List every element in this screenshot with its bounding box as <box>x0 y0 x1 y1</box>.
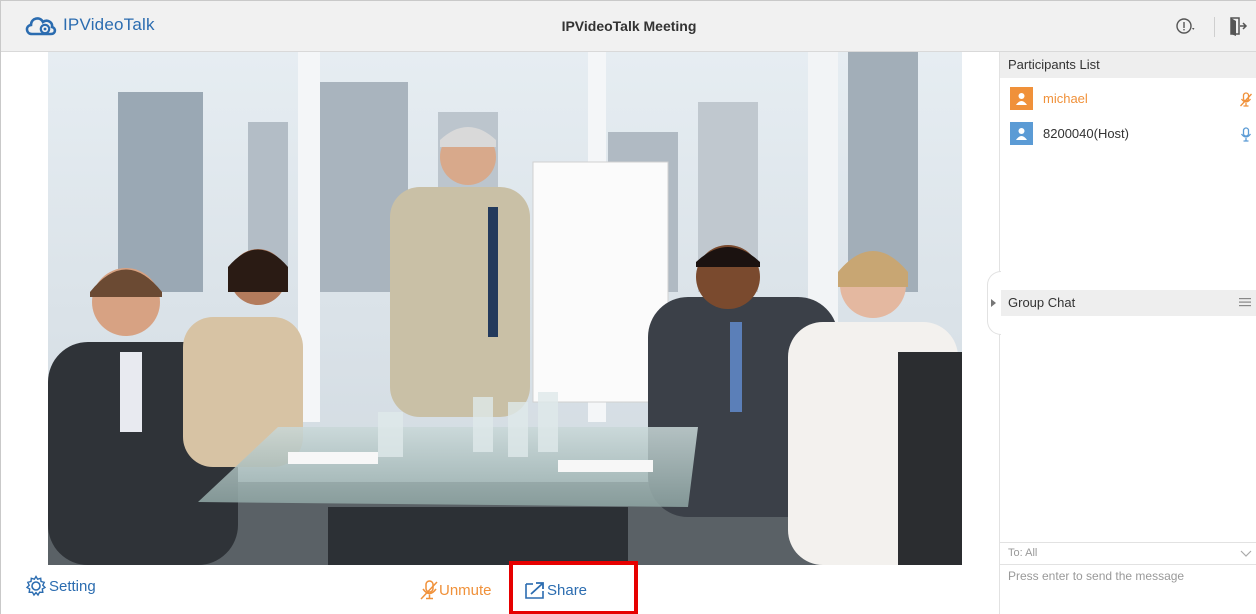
unmute-button[interactable]: Unmute <box>419 579 492 601</box>
message-input[interactable]: Press enter to send the message <box>1000 564 1256 614</box>
setting-button[interactable]: Setting <box>25 575 96 597</box>
recipient-select[interactable]: To: All <box>1000 542 1256 564</box>
video-feed[interactable] <box>48 52 962 565</box>
menu-icon[interactable] <box>1238 295 1252 309</box>
muted-mic-icon[interactable] <box>1239 92 1253 108</box>
app-window: IPVideoTalk IPVideoTalk Meeting Particip… <box>0 0 1256 614</box>
mic-icon[interactable] <box>1239 127 1253 143</box>
info-icon[interactable] <box>1175 15 1197 37</box>
group-chat-header: Group Chat <box>1000 290 1256 316</box>
chevron-down-icon <box>1240 550 1252 557</box>
user-avatar-icon <box>1010 121 1033 145</box>
user-avatar-icon <box>1010 86 1033 110</box>
cloud-camera-icon <box>25 17 57 36</box>
gear-icon <box>25 575 47 597</box>
toolbar-divider <box>1214 17 1215 37</box>
participant-item[interactable]: 8200040(Host) <box>1010 121 1129 145</box>
participants-header: Participants List <box>1000 52 1256 78</box>
participant-item[interactable]: michael <box>1010 86 1088 110</box>
panel-collapse-toggle[interactable] <box>987 271 1001 335</box>
unmute-label: Unmute <box>439 581 492 599</box>
group-chat-title: Group Chat <box>1008 295 1076 310</box>
meeting-title: IPVideoTalk Meeting <box>561 18 697 34</box>
exit-meeting-icon[interactable] <box>1227 15 1249 37</box>
share-screen-icon <box>525 582 544 599</box>
message-placeholder: Press enter to send the message <box>1008 569 1185 583</box>
muted-mic-icon <box>420 580 438 600</box>
participant-name: 8200040(Host) <box>1043 125 1129 141</box>
participant-name: michael <box>1043 90 1088 106</box>
share-button[interactable]: Share <box>523 579 587 601</box>
side-panel: Participants List michael 8200040(Host) … <box>999 52 1256 614</box>
caret-right-icon <box>991 299 996 307</box>
top-bar: IPVideoTalk IPVideoTalk Meeting <box>1 1 1256 52</box>
share-label: Share <box>547 581 588 599</box>
app-logo[interactable]: IPVideoTalk <box>23 12 155 38</box>
setting-label: Setting <box>49 577 96 595</box>
bottom-toolbar: Setting Unmute Share <box>1 565 999 614</box>
app-name: IPVideoTalk <box>63 15 155 34</box>
recipient-label: To: All <box>1008 547 1038 559</box>
